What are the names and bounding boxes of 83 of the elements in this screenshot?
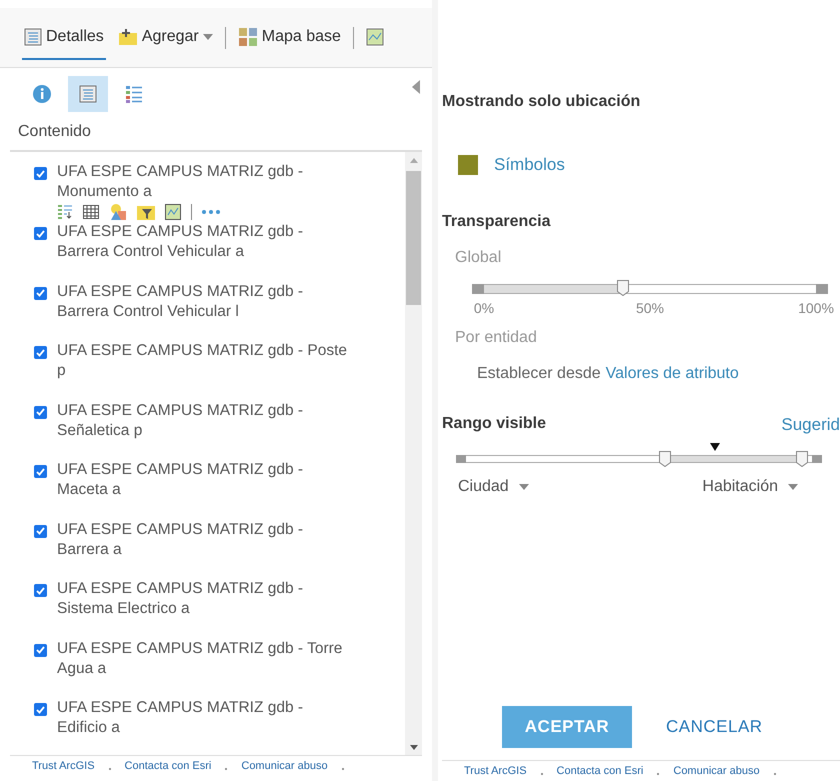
layer-checkbox[interactable]	[34, 406, 47, 418]
section-title: Transparencia	[442, 212, 552, 232]
toolbar-tab[interactable]: Agregar	[116, 16, 215, 60]
scroll-down-icon[interactable]	[410, 745, 418, 750]
toolbar-tab[interactable]: Mapa base	[236, 16, 343, 60]
footer-link[interactable]: Trust ArcGIS	[464, 762, 527, 780]
tick-label: 100%	[798, 298, 834, 318]
layer-name[interactable]: p	[57, 361, 347, 381]
layer-checkbox[interactable]	[34, 524, 47, 538]
layer-checkbox[interactable]	[34, 644, 47, 656]
min-scale-dropdown[interactable]: Ciudad	[458, 475, 529, 499]
layer-name[interactable]: Monumento a	[57, 182, 304, 202]
layer-checkbox[interactable]	[34, 465, 47, 478]
layer-name[interactable]: UFA ESPE CAMPUS MATRIZ gdb -	[57, 162, 304, 182]
max-scale-dropdown[interactable]: Habitación	[702, 475, 798, 499]
layer-name[interactable]: UFA ESPE CAMPUS MATRIZ gdb - Torre	[57, 638, 342, 658]
field-label: Global	[454, 248, 502, 268]
legend-list-icon[interactable]	[57, 204, 73, 220]
section-title: Rango visible	[442, 414, 546, 434]
caret-icon	[202, 34, 213, 40]
list-document-icon	[79, 85, 97, 103]
info-icon	[32, 84, 52, 104]
attribute-values-link[interactable]: Valores de atributo	[606, 362, 739, 386]
table-icon[interactable]	[83, 205, 99, 219]
layer-checkbox[interactable]	[34, 167, 47, 180]
view-tab[interactable]	[68, 76, 108, 112]
suggested-link[interactable]: Sugerid	[781, 412, 840, 437]
slider-end-cap	[812, 455, 822, 463]
layer-name[interactable]: UFA ESPE CAMPUS MATRIZ gdb -	[57, 222, 304, 242]
symbols-link[interactable]: Símbolos	[494, 152, 565, 178]
layer-checkbox[interactable]	[34, 346, 47, 359]
map-icon[interactable]	[165, 204, 181, 220]
layer-name[interactable]: Sistema Electrico a	[57, 599, 304, 619]
scrollbar-thumb[interactable]	[406, 171, 421, 305]
scrollbar[interactable]	[405, 152, 422, 756]
layer-name[interactable]: Barrera Control Vehicular l	[57, 302, 304, 322]
caret-icon	[518, 484, 529, 490]
slider-end-cap	[456, 455, 466, 463]
footer-link[interactable]: Comunicar abuso	[241, 758, 328, 774]
layer-name[interactable]: Agua a	[57, 658, 342, 678]
range-handle[interactable]	[796, 451, 808, 467]
section-title: Contenido	[17, 122, 92, 142]
layer-checkbox[interactable]	[34, 703, 47, 716]
layer-name[interactable]: Edificio a	[57, 718, 304, 738]
shapes-icon[interactable]	[109, 203, 127, 221]
layer-name[interactable]: UFA ESPE CAMPUS MATRIZ gdb -	[57, 698, 304, 718]
grid-tiles-icon	[238, 26, 258, 46]
field-label: Establecer desde	[477, 364, 601, 384]
footer-link[interactable]: Comunicar abuso	[673, 762, 760, 780]
layer-name[interactable]: Maceta a	[57, 480, 304, 500]
legend-list-icon	[125, 85, 143, 103]
toolbar-tab[interactable]: Detalles	[22, 16, 106, 60]
slider-handle[interactable]	[617, 280, 630, 296]
layer-name[interactable]: UFA ESPE CAMPUS MATRIZ gdb -	[57, 460, 304, 480]
cancel-button[interactable]: CANCELAR	[666, 714, 763, 740]
layer-checkbox[interactable]	[34, 584, 47, 597]
map-icon	[366, 28, 384, 46]
footer-link[interactable]: Contacta con Esri	[556, 762, 644, 780]
panel-heading: Mostrando solo ubicación	[442, 92, 642, 112]
field-label: Por entidad	[454, 328, 538, 348]
layer-name[interactable]: UFA ESPE CAMPUS MATRIZ gdb - Poste	[57, 341, 347, 361]
layer-checkbox[interactable]	[34, 227, 47, 240]
tick-label: 0%	[474, 298, 494, 318]
layer-name[interactable]: Barrera Control Vehicular a	[57, 242, 304, 262]
tick-label: 50%	[636, 298, 664, 318]
slider-end-cap	[472, 284, 484, 294]
filter-icon[interactable]	[137, 204, 155, 220]
more-icon[interactable]	[202, 210, 220, 214]
layer-name[interactable]: Señaletica p	[57, 420, 304, 440]
add-folder-icon	[118, 28, 138, 46]
slider-end-cap	[816, 284, 828, 294]
layer-name[interactable]: UFA ESPE CAMPUS MATRIZ gdb -	[57, 282, 304, 302]
caret-icon	[788, 484, 798, 490]
range-handle[interactable]	[658, 451, 671, 467]
layer-name[interactable]: UFA ESPE CAMPUS MATRIZ gdb -	[57, 579, 304, 599]
layer-name[interactable]: UFA ESPE CAMPUS MATRIZ gdb -	[57, 520, 304, 540]
list-document-icon	[24, 28, 42, 46]
layer-name[interactable]: UFA ESPE CAMPUS MATRIZ gdb -	[57, 400, 304, 420]
layer-checkbox[interactable]	[34, 286, 47, 300]
footer-link[interactable]: Contacta con Esri	[124, 758, 212, 774]
layer-name[interactable]: Barrera a	[57, 540, 304, 560]
footer-link[interactable]: Trust ArcGIS	[32, 758, 95, 774]
collapse-arrow-icon[interactable]	[412, 80, 420, 94]
